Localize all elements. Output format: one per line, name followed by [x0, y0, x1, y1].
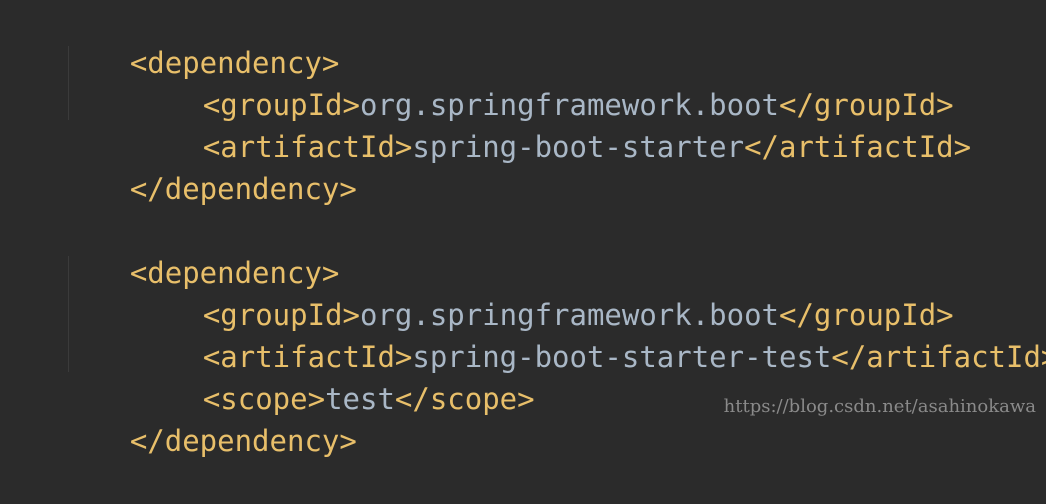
code-line: <groupId>org.springframework.boot</group… [133, 42, 954, 122]
code-line: <dependency> [60, 0, 340, 80]
code-line: <scope>test</scope> [133, 336, 535, 416]
code-line: <groupId>org.springframework.boot</group… [133, 252, 954, 332]
code-line: <dependency> [60, 210, 340, 290]
dependency-close-tag: </dependency> [129, 172, 357, 206]
code-line: <artifactId>spring-boot-starter-test</ar… [133, 294, 1046, 374]
dependency-close-tag: </dependency> [129, 424, 357, 458]
artifactid-close-tag: </artifactId> [744, 130, 972, 164]
code-line: </dependency> [60, 126, 357, 206]
artifactid-value: spring-boot-starter [412, 130, 745, 164]
scope-close-tag: </scope> [394, 382, 535, 416]
artifactid-close-tag: </artifactId> [831, 340, 1046, 374]
watermark: https://blog.csdn.net/asahinokawa [723, 396, 1036, 417]
code-line: <artifactId>spring-boot-starter</artifac… [133, 84, 971, 164]
code-editor: <dependency> <groupId>org.springframewor… [0, 0, 1046, 458]
code-line: </dependency> [60, 378, 357, 458]
